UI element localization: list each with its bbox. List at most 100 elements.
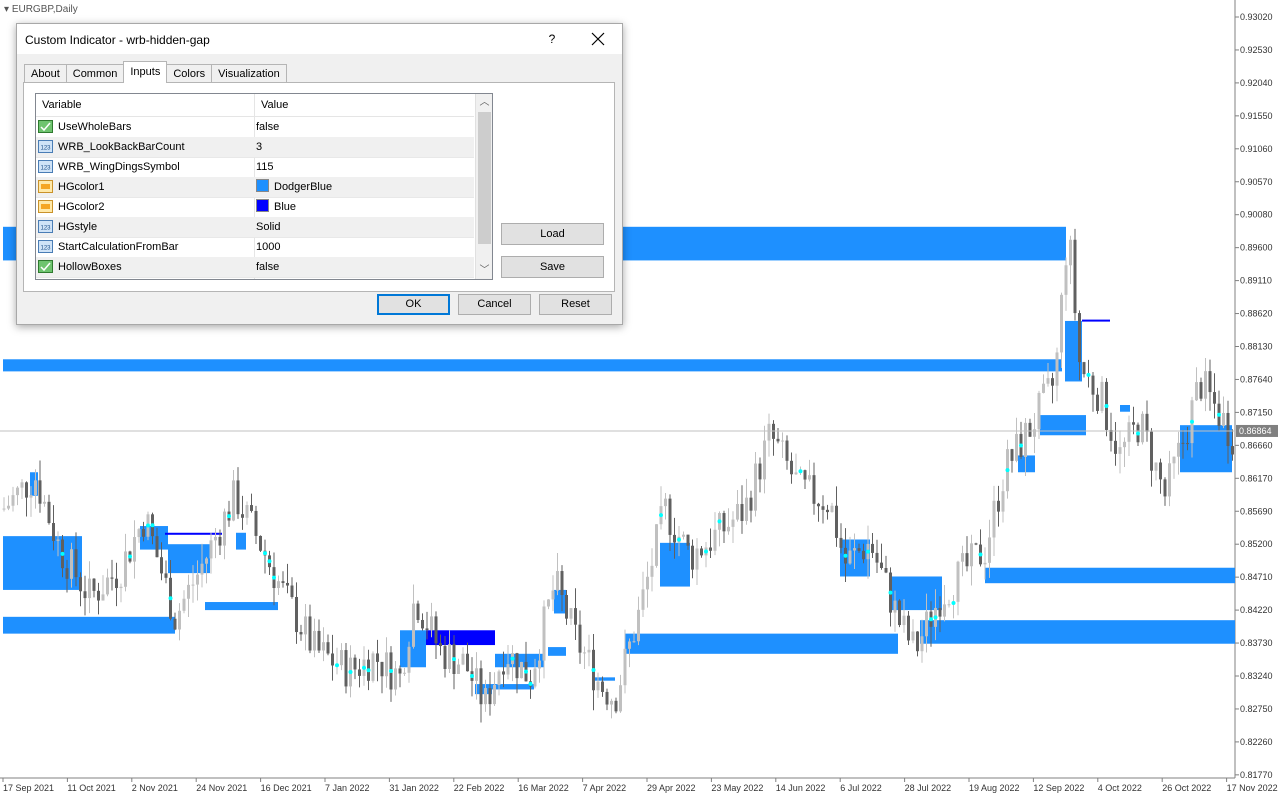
candle-body (421, 619, 424, 629)
tab-visualization[interactable]: Visualization (211, 64, 287, 83)
svg-text:123: 123 (40, 246, 51, 252)
grid-row[interactable]: HGcolor1 DodgerBlue (36, 177, 474, 198)
candle-body (281, 581, 285, 583)
candle-body (101, 594, 105, 601)
chart-symbol-label: EURGBP,Daily (11, 4, 78, 15)
value-cell[interactable]: 3 (256, 137, 470, 157)
cancel-button[interactable]: Cancel (458, 294, 531, 315)
help-button[interactable]: ? (542, 29, 562, 49)
wingdings-marker (263, 551, 267, 556)
grid-row[interactable]: 123 WRB_WingDingsSymbol 115 (36, 157, 474, 178)
wingdings-marker (272, 575, 276, 580)
candle-body (776, 438, 780, 442)
candle-body (610, 700, 613, 705)
save-button[interactable]: Save (501, 256, 604, 278)
tab-colors[interactable]: Colors (166, 64, 213, 83)
candle-body (1015, 433, 1018, 461)
vertical-scrollbar[interactable]: ︿ ﹀ (475, 94, 492, 279)
column-header-variable[interactable]: Variable (36, 94, 82, 116)
candle-body (1078, 313, 1081, 363)
candle-body (808, 475, 811, 480)
candle-body (722, 513, 726, 532)
candle-body (65, 568, 69, 579)
candle-body (713, 529, 717, 551)
value-cell[interactable]: false (256, 257, 470, 277)
scroll-down-icon[interactable]: ﹀ (476, 262, 492, 279)
candle-body (1123, 441, 1126, 448)
variable-value: false (256, 121, 280, 133)
candle-body (1172, 456, 1176, 464)
candle-body (119, 586, 123, 589)
candle-body (223, 511, 226, 546)
column-header-value[interactable]: Value (255, 94, 288, 116)
variable-cell: UseWholeBars (38, 117, 252, 137)
hidden-gap-box (3, 359, 1062, 372)
hidden-gap-box (554, 589, 566, 614)
candle-body (1082, 362, 1086, 375)
candle-body (182, 598, 186, 611)
wingdings-marker (524, 669, 528, 674)
grid-row[interactable]: 123 WRB_LookBackBarCount 3 (36, 137, 474, 158)
candle-body (191, 584, 195, 586)
ok-button[interactable]: OK (377, 294, 450, 315)
value-cell[interactable]: Blue (256, 197, 470, 217)
close-button[interactable] (586, 27, 610, 51)
date-tick-label: 26 Oct 2022 (1162, 783, 1211, 793)
candle-body (1033, 429, 1036, 437)
value-cell[interactable]: Solid (256, 217, 470, 237)
candle-body (1168, 463, 1171, 497)
candle-body (970, 543, 973, 567)
candle-body (556, 571, 559, 591)
tab-common[interactable]: Common (65, 64, 125, 83)
candle-body (443, 646, 447, 669)
hidden-gap-box (985, 567, 1235, 584)
scrollbar-thumb[interactable] (478, 112, 491, 244)
candle-body (115, 578, 118, 589)
tab-about[interactable]: About (24, 64, 67, 83)
wingdings-marker (591, 668, 596, 673)
value-cell[interactable]: DodgerBlue (256, 177, 470, 197)
variable-value: Solid (256, 221, 281, 233)
price-tick-label: 0.83730 (1240, 638, 1273, 648)
candle-body (110, 577, 114, 579)
candle-body (542, 606, 546, 661)
value-cell[interactable]: false (256, 117, 470, 137)
wingdings-marker (1086, 372, 1091, 377)
grid-row[interactable]: 123 StartCalculationFromBar 1000 (36, 237, 474, 258)
variable-name: WRB_WingDingsSymbol (58, 161, 180, 173)
date-tick-label: 29 Apr 2022 (647, 783, 696, 793)
candle-body (74, 549, 78, 578)
candle-body (691, 545, 694, 570)
candle-body (839, 537, 843, 548)
candle-body (758, 463, 762, 480)
value-cell[interactable]: 1000 (256, 237, 470, 257)
grid-row[interactable]: HGcolor2 Blue (36, 197, 474, 218)
wingdings-marker (528, 681, 533, 686)
candle-body (1042, 383, 1045, 393)
value-cell[interactable]: 115 (256, 157, 470, 177)
candle-body (862, 550, 865, 560)
wingdings-marker (362, 665, 366, 670)
candle-body (560, 571, 564, 596)
date-tick-label: 4 Oct 2022 (1098, 783, 1142, 793)
candle-body (398, 668, 402, 674)
grid-row[interactable]: HollowBoxes false (36, 257, 474, 278)
candle-body (565, 595, 568, 619)
chart-menu-arrow-icon[interactable]: ▾ (4, 4, 12, 15)
inputs-grid[interactable]: Variable Value UseWholeBars false 123 WRB_L… (35, 93, 493, 280)
price-tick-label: 0.86170 (1240, 473, 1273, 483)
date-tick-label: 28 Jul 2022 (905, 783, 952, 793)
dialog-titlebar[interactable]: Custom Indicator - wrb-hidden-gap ? (17, 24, 622, 54)
candle-body (614, 700, 618, 712)
grid-row[interactable]: UseWholeBars false (36, 117, 474, 138)
grid-row[interactable]: 123 HGstyle Solid (36, 217, 474, 238)
candle-body (1208, 371, 1212, 393)
reset-button[interactable]: Reset (539, 294, 612, 315)
scroll-up-icon[interactable]: ︿ (476, 94, 492, 111)
candle-body (911, 631, 915, 641)
candle-body (7, 505, 10, 509)
candle-body (628, 641, 631, 649)
hidden-gap-box (168, 544, 210, 574)
tab-inputs[interactable]: Inputs (123, 61, 168, 83)
load-button[interactable]: Load (501, 223, 604, 245)
